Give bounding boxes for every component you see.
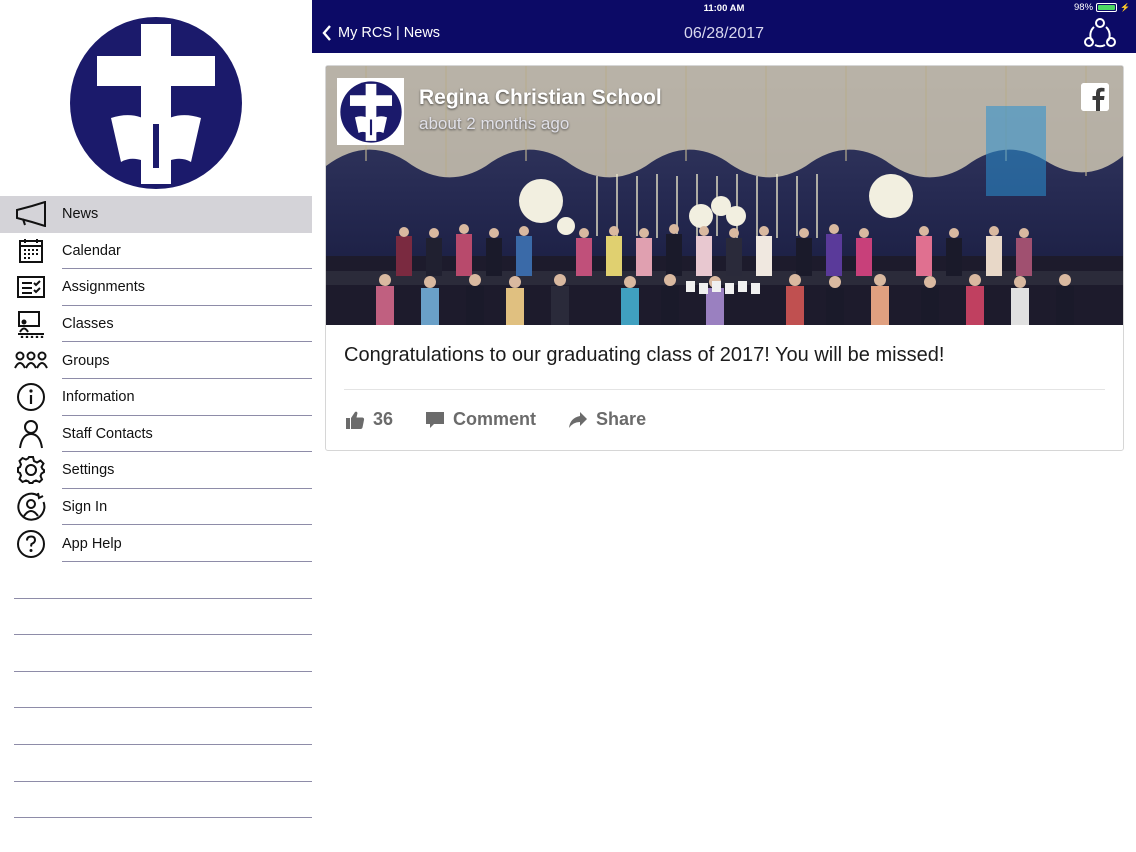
battery-percent: 98% bbox=[1074, 2, 1094, 13]
calendar-icon bbox=[14, 236, 48, 266]
page-title: 06/28/2017 bbox=[683, 25, 765, 42]
gear-icon bbox=[14, 455, 48, 485]
post-actions: 36 Comment Share bbox=[345, 409, 678, 430]
share-button[interactable]: Share bbox=[568, 409, 646, 430]
sidebar-item-sign-in[interactable]: Sign In bbox=[0, 489, 312, 526]
sidebar-item-news[interactable]: News bbox=[0, 196, 312, 233]
sidebar: News Calendar Assignments Classes Groups… bbox=[0, 0, 312, 852]
comment-icon bbox=[426, 411, 445, 428]
status-time: 11:00 AM bbox=[703, 3, 745, 14]
school-avatar[interactable] bbox=[337, 78, 404, 145]
sidebar-item-label: Calendar bbox=[62, 242, 121, 259]
thumbs-up-icon bbox=[346, 411, 365, 429]
like-button[interactable]: 36 bbox=[345, 409, 393, 430]
sidebar-item-settings[interactable]: Settings bbox=[0, 452, 312, 489]
post-photo[interactable]: Regina Christian School about 2 months a… bbox=[326, 66, 1123, 325]
comment-label: Comment bbox=[453, 409, 537, 429]
like-count: 36 bbox=[373, 409, 394, 429]
sidebar-item-assignments[interactable]: Assignments bbox=[0, 269, 312, 306]
sidebar-item-calendar[interactable]: Calendar bbox=[0, 233, 312, 270]
person-icon bbox=[14, 419, 48, 449]
battery-indicator: 98% ⚡ bbox=[1074, 2, 1130, 13]
sidebar-item-label: Assignments bbox=[62, 279, 146, 296]
sidebar-item-label: App Help bbox=[62, 535, 122, 552]
sidebar-item-groups[interactable]: Groups bbox=[0, 342, 312, 379]
sidebar-item-label: Classes bbox=[62, 316, 114, 333]
share-label: Share bbox=[596, 409, 647, 429]
sidebar-item-classes[interactable]: Classes bbox=[0, 306, 312, 343]
divider bbox=[344, 389, 1105, 390]
groups-icon bbox=[14, 346, 48, 376]
sidebar-item-label: News bbox=[62, 206, 99, 223]
sidebar-item-information[interactable]: Information bbox=[0, 379, 312, 416]
sidebar-item-staff-contacts[interactable]: Staff Contacts bbox=[0, 416, 312, 453]
classes-icon bbox=[14, 309, 48, 339]
sidebar-menu: News Calendar Assignments Classes Groups… bbox=[0, 196, 312, 562]
comment-button[interactable]: Comment bbox=[425, 409, 536, 430]
sign-in-icon bbox=[14, 492, 48, 522]
help-icon bbox=[14, 529, 48, 559]
school-logo bbox=[69, 16, 243, 190]
share-network-icon[interactable] bbox=[1084, 18, 1116, 48]
sidebar-item-label: Groups bbox=[62, 352, 110, 369]
megaphone-icon bbox=[14, 199, 48, 229]
sidebar-item-label: Staff Contacts bbox=[62, 425, 153, 442]
share-arrow-icon bbox=[569, 411, 588, 428]
sidebar-item-app-help[interactable]: App Help bbox=[0, 525, 312, 562]
info-icon bbox=[14, 382, 48, 412]
post-timestamp: about 2 months ago bbox=[419, 114, 570, 133]
news-post-card: Regina Christian School about 2 months a… bbox=[325, 65, 1124, 451]
sidebar-item-label: Sign In bbox=[62, 499, 108, 516]
sidebar-item-label: Settings bbox=[62, 462, 115, 479]
assignments-icon bbox=[14, 272, 48, 302]
sidebar-item-label: Information bbox=[62, 389, 135, 406]
post-message: Congratulations to our graduating class … bbox=[344, 344, 945, 366]
facebook-icon[interactable] bbox=[1081, 83, 1109, 111]
battery-icon bbox=[1096, 3, 1118, 12]
post-author[interactable]: Regina Christian School bbox=[419, 86, 662, 110]
top-nav-bar: 11:00 AM 98% ⚡ My RCS | News 06/28/2017 bbox=[312, 0, 1136, 53]
empty-list-rows bbox=[0, 562, 312, 819]
